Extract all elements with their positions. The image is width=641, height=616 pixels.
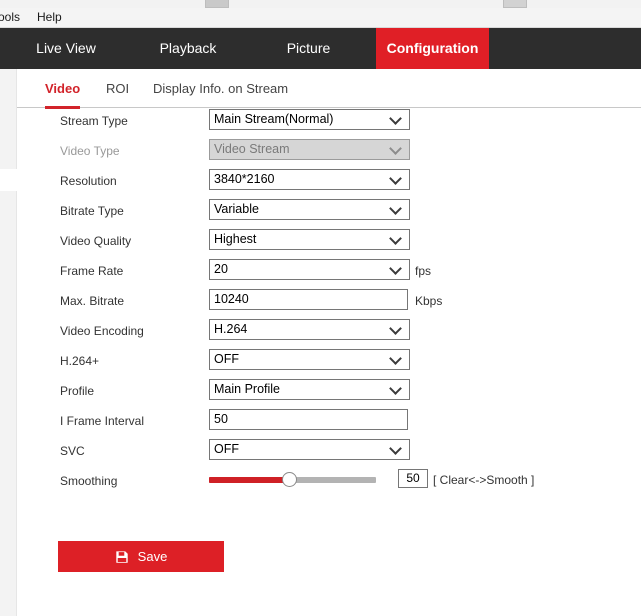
label-video-encoding: Video Encoding — [60, 324, 144, 338]
label-smoothing: Smoothing — [60, 474, 118, 488]
select-svc[interactable]: OFF — [209, 439, 410, 460]
nav-tab-live-view[interactable]: Live View — [18, 28, 114, 69]
label-svc: SVC — [60, 444, 85, 458]
sidebar-panel-upper — [0, 69, 17, 169]
select-video-type: Video Stream — [209, 139, 410, 160]
form-row-profile: Profile Main Profile — [17, 377, 641, 407]
form-row-bitrate-type: Bitrate Type Variable — [17, 197, 641, 227]
top-navigation-bar: Live View Playback Picture Configuration — [0, 28, 641, 69]
form-row-max-bitrate: Max. Bitrate 10240 Kbps — [17, 287, 641, 317]
label-profile: Profile — [60, 384, 95, 398]
save-button-label: Save — [137, 549, 168, 564]
nav-tab-picture[interactable]: Picture — [262, 28, 355, 69]
form-row-video-encoding: Video Encoding H.264 — [17, 317, 641, 347]
select-video-quality[interactable]: Highest — [209, 229, 410, 250]
nav-tab-playback[interactable]: Playback — [141, 28, 235, 69]
form-row-smoothing: Smoothing 50 [ Clear<->Smooth ] — [17, 467, 641, 497]
nav-tab-configuration[interactable]: Configuration — [376, 28, 489, 69]
tab-roi[interactable]: ROI — [106, 81, 129, 106]
sub-tab-bar: Video ROI Display Info. on Stream — [17, 69, 641, 109]
window-control-button-left[interactable] — [205, 0, 229, 8]
menu-item-tools[interactable]: ools — [0, 10, 24, 25]
label-stream-type: Stream Type — [60, 114, 128, 128]
smoothing-range-hint: [ Clear<->Smooth ] — [433, 473, 535, 487]
sidebar-panel-lower — [0, 191, 17, 616]
slider-fill — [209, 477, 289, 483]
select-bitrate-type[interactable]: Variable — [209, 199, 410, 220]
tab-display-info-on-stream[interactable]: Display Info. on Stream — [153, 81, 288, 106]
select-profile[interactable]: Main Profile — [209, 379, 410, 400]
input-max-bitrate[interactable]: 10240 — [209, 289, 408, 310]
unit-kbps: Kbps — [415, 294, 443, 308]
form-row-video-quality: Video Quality Highest — [17, 227, 641, 257]
label-frame-rate: Frame Rate — [60, 264, 124, 278]
configuration-content-panel: Video ROI Display Info. on Stream Stream… — [17, 69, 641, 616]
label-video-quality: Video Quality — [60, 234, 132, 248]
unit-fps: fps — [415, 264, 432, 278]
select-video-encoding[interactable]: H.264 — [209, 319, 410, 340]
save-button[interactable]: Save — [58, 541, 224, 572]
select-stream-type[interactable]: Main Stream(Normal) — [209, 109, 410, 130]
input-smoothing-value[interactable]: 50 — [398, 469, 428, 488]
label-bitrate-type: Bitrate Type — [60, 204, 124, 218]
tab-video[interactable]: Video — [45, 81, 81, 109]
smoothing-slider[interactable] — [209, 472, 376, 487]
form-row-stream-type: Stream Type Main Stream(Normal) — [17, 107, 641, 137]
video-settings-form: Stream Type Main Stream(Normal) Video Ty… — [17, 107, 641, 497]
window-control-button-right[interactable] — [503, 0, 527, 8]
form-row-i-frame-interval: I Frame Interval 50 — [17, 407, 641, 437]
label-max-bitrate: Max. Bitrate — [60, 294, 125, 308]
form-row-resolution: Resolution 3840*2160 — [17, 167, 641, 197]
menu-item-help[interactable]: Help — [33, 10, 66, 25]
label-i-frame-interval: I Frame Interval — [60, 414, 145, 428]
form-row-frame-rate: Frame Rate 20 fps — [17, 257, 641, 287]
form-row-svc: SVC OFF — [17, 437, 641, 467]
input-i-frame-interval[interactable]: 50 — [209, 409, 408, 430]
select-resolution[interactable]: 3840*2160 — [209, 169, 410, 190]
label-video-type: Video Type — [60, 144, 120, 158]
form-row-h264plus: H.264+ OFF — [17, 347, 641, 377]
floppy-disk-icon — [115, 550, 128, 563]
label-resolution: Resolution — [60, 174, 117, 188]
select-h264plus[interactable]: OFF — [209, 349, 410, 370]
label-h264plus: H.264+ — [60, 354, 100, 368]
form-row-video-type: Video Type Video Stream — [17, 137, 641, 167]
menu-bar: ools Help — [0, 8, 641, 28]
slider-thumb-handle[interactable] — [282, 472, 297, 487]
select-frame-rate[interactable]: 20 — [209, 259, 410, 280]
